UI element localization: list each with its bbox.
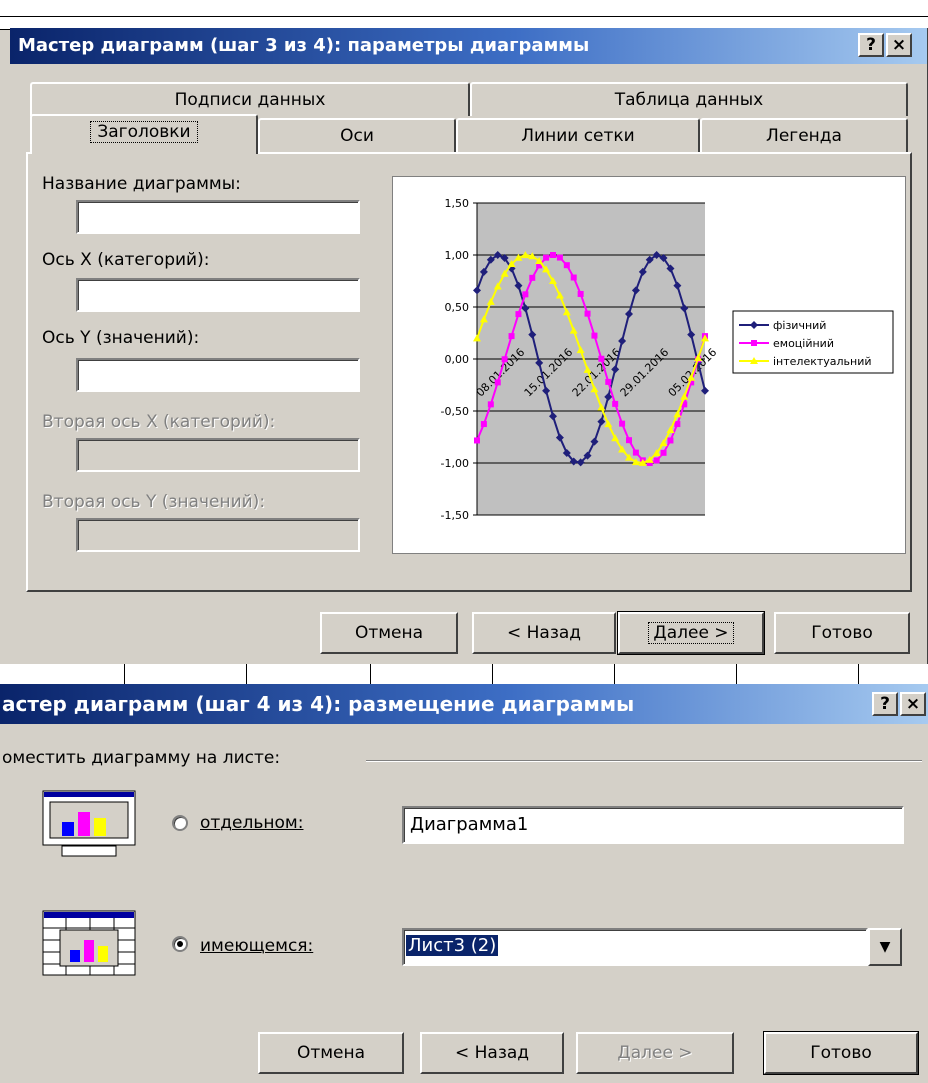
data-point [487,401,494,408]
x-axis-label: Ось X (категорий): [42,250,210,270]
worksheet-background-top [0,0,928,30]
separate-sheet-name-input[interactable]: Диаграмма1 [402,806,904,844]
data-point [508,333,515,340]
option-separate-label[interactable]: отдельном: [200,813,303,833]
dropdown-arrow-icon[interactable]: ▼ [868,928,902,966]
tab-titles[interactable]: Заголовки [30,114,258,154]
y-tick-label: 1,50 [445,197,470,210]
y-axis-title-input[interactable] [76,358,360,392]
dialog-title: астер диаграмм (шаг 4 из 4): размещение … [2,692,635,716]
y-axis-label: Ось Y (значений): [42,328,200,348]
legend-label: фізичний [773,319,826,332]
data-point [667,437,674,444]
data-point [501,356,508,363]
data-point [480,421,487,428]
chart-title-input[interactable] [76,200,360,234]
back-button[interactable]: < Назад [472,612,616,654]
data-point [605,378,612,385]
back-button[interactable]: < Назад [420,1032,564,1074]
legend-label: емоційний [773,337,834,350]
next-button: Далее > [576,1032,734,1074]
y-tick-label: 0,00 [445,353,470,366]
data-point [494,379,501,386]
data-point [626,437,632,444]
close-icon[interactable]: × [886,33,912,57]
secondary-x-axis-input [76,438,360,472]
option-existing-radio[interactable] [172,936,188,952]
data-point [563,262,570,269]
y-tick-label: 0,50 [445,301,470,314]
secondary-y-axis-input [76,518,360,552]
data-point [570,274,577,281]
tab-panel-titles: Название диаграммы: Ось X (категорий): О… [26,152,912,592]
help-icon[interactable]: ? [858,33,884,57]
data-point [674,421,681,428]
option-separate-radio[interactable] [172,815,188,831]
tab-gridlines[interactable]: Линии сетки [456,118,700,152]
y-tick-label: -1,50 [441,509,469,522]
placement-group-label: оместить диаграмму на листе: [2,748,281,768]
finish-button[interactable]: Готово [774,612,910,654]
chart-preview: 1,50 1,00 0,50 0,00 -0,50 -1,00 -1,50 08.01.201… [392,176,906,554]
data-point [584,310,591,317]
chart-wizard-step4-dialog: астер диаграмм (шаг 4 из 4): размещение … [0,684,928,1083]
chart-title-label: Название диаграммы: [42,174,241,194]
data-point [632,449,639,456]
existing-sheet-select[interactable]: Лист3 (2) [402,928,868,966]
dialog-titlebar[interactable]: астер диаграмм (шаг 4 из 4): размещение … [0,684,928,724]
y-tick-label: 1,00 [445,249,470,262]
data-point [612,400,619,407]
data-point [529,274,536,281]
help-icon[interactable]: ? [872,692,898,716]
worksheet-background-middle [0,664,928,684]
chart-sheet-icon [42,790,136,857]
data-point [591,332,598,339]
data-point [522,291,529,298]
close-icon[interactable]: × [900,692,926,716]
tab-data-labels[interactable]: Подписи данных [30,82,470,116]
finish-button[interactable]: Готово [763,1031,919,1075]
data-point [556,254,563,261]
data-point [619,420,626,427]
x-axis-title-input[interactable] [76,278,360,312]
chart-preview-svg: 1,501,000,500,00-0,50-1,00-1,5008.01.201… [441,197,894,522]
embedded-chart-icon [42,910,136,976]
y-tick-label: -0,50 [441,405,469,418]
chart-wizard-step3-dialog: Мастер диаграмм (шаг 3 из 4): параметры … [10,28,928,664]
cancel-button[interactable]: Отмена [320,612,458,654]
data-point [515,311,522,318]
tab-axes[interactable]: Оси [258,118,456,152]
legend-marker [751,340,757,346]
tab-data-table[interactable]: Таблица данных [470,82,908,116]
option-existing-label[interactable]: имеющемся: [200,936,313,956]
y-tick-label: -1,00 [441,457,469,470]
data-point [660,449,667,456]
tab-legend[interactable]: Легенда [700,118,908,152]
secondary-x-axis-label: Вторая ось X (категорий): [42,412,276,432]
dialog-titlebar[interactable]: Мастер диаграмм (шаг 3 из 4): параметры … [10,28,927,64]
next-button[interactable]: Далее > [617,611,765,655]
secondary-y-axis-label: Вторая ось Y (значений): [42,492,266,512]
cancel-button[interactable]: Отмена [258,1032,404,1074]
data-point [550,252,556,259]
legend-label: інтелектуальний [773,355,872,368]
dialog-title: Мастер диаграмм (шаг 3 из 4): параметры … [18,35,590,56]
data-point [577,290,584,297]
data-point [598,355,605,362]
data-point [474,437,480,444]
data-point [543,254,550,261]
data-point [653,457,660,464]
